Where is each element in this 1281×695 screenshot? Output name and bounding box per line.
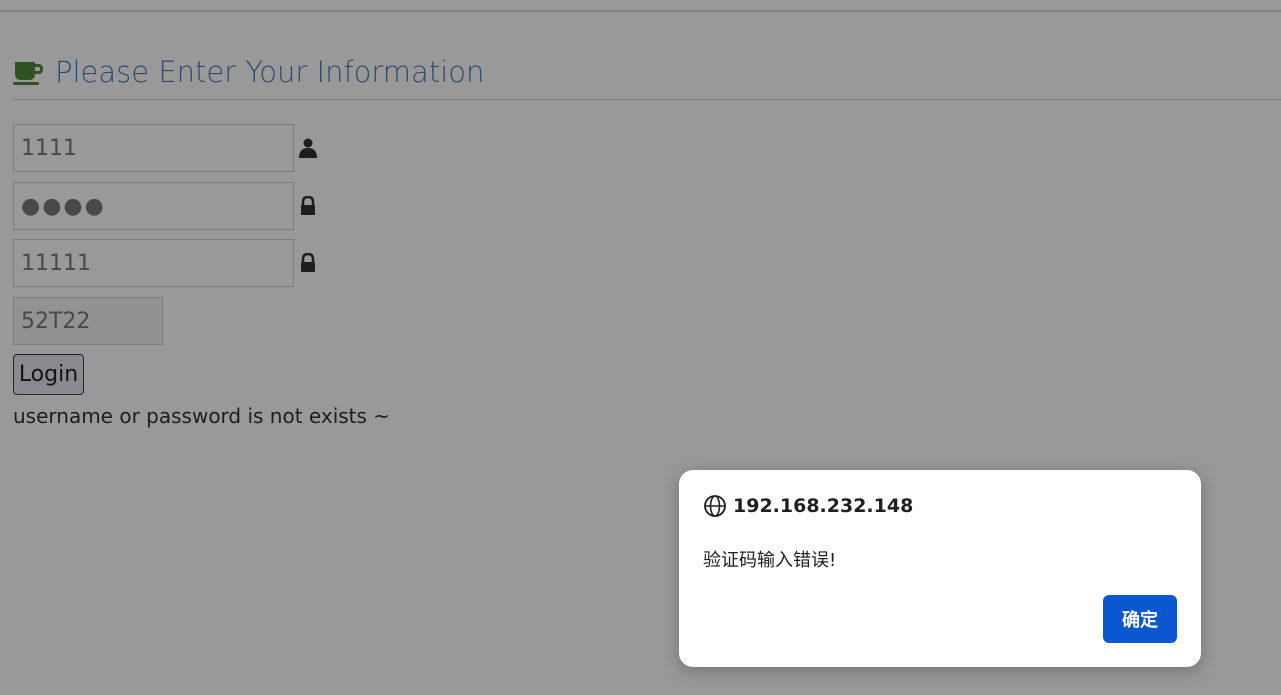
globe-icon: [704, 495, 726, 517]
ok-button[interactable]: 确定: [1103, 595, 1177, 643]
alert-dialog: 192.168.232.148 验证码输入错误! 确定: [679, 470, 1201, 667]
dialog-origin: 192.168.232.148: [733, 495, 914, 517]
dialog-message: 验证码输入错误!: [703, 550, 837, 571]
dialog-header: 192.168.232.148: [703, 494, 913, 518]
